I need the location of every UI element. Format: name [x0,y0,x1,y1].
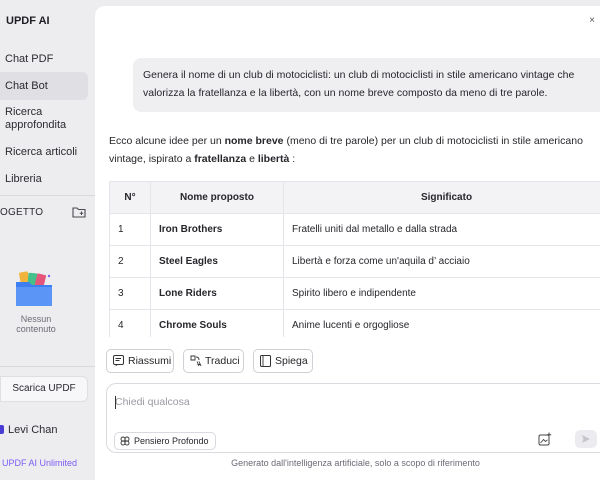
table-cell: 1 [110,213,151,246]
empty-state-text: Nessun contenuto [16,314,56,334]
folder-add-icon[interactable] [72,206,86,218]
table-cell: 4 [110,309,151,337]
table-header-row: N° Nome proposto Significato [110,182,600,214]
summarize-button[interactable]: Riassumi [106,349,174,373]
table-row: 3 Lone Riders Spirito libero e indipende… [110,277,600,310]
sidebar: UPDF AI Chat PDF Chat Bot Ricerca approf… [0,0,95,480]
user-profile[interactable]: Levi Chan [0,422,88,438]
sidebar-item-chat-bot[interactable]: Chat Bot [0,72,88,100]
translate-label: Traduci [205,355,240,367]
avatar [0,425,4,434]
summarize-label: Riassumi [128,355,172,367]
table-cell: 3 [110,277,151,310]
download-updf-button[interactable]: Scarica UPDF [0,376,88,402]
explain-button[interactable]: Spiega [253,349,313,373]
summarize-icon [113,355,124,367]
table-row: 4 Chrome Souls Anime lucenti e orgoglios… [110,309,600,337]
sidebar-divider-bottom [0,366,95,367]
table-cell: 2 [110,245,151,278]
plan-badge[interactable]: UPDF AI Unlimited [2,458,77,468]
translate-button[interactable]: Traduci [183,349,244,373]
table-cell: Steel Eagles [150,245,284,278]
chat-composer: Pensiero Profondo [106,383,600,453]
send-icon [582,435,590,443]
table-cell: Chrome Souls [150,309,284,337]
table-row: 1 Iron Brothers Fratelli uniti dal metal… [110,213,600,246]
project-label: OGETTO [0,207,44,218]
send-button[interactable] [575,430,597,448]
empty-folder-illustration [16,271,52,306]
user-message-bubble: Genera il nome di un club di motociclist… [133,58,600,112]
table-row: 2 Steel Eagles Libertà e forza come un'a… [110,245,600,278]
sidebar-item-chat-pdf[interactable]: Chat PDF [0,53,88,67]
table-cell: Fratelli uniti dal metallo e dalla strad… [283,213,600,246]
sidebar-item-deep-research[interactable]: Ricerca approfondita [0,106,88,134]
deep-thinking-icon [120,436,130,446]
column-header-meaning: Significato [283,182,600,214]
chat-panel: × Genera il nome di un club di motocicli… [95,6,600,480]
translate-icon [190,355,202,367]
answer-table: N° Nome proposto Significato 1 Iron Brot… [109,181,600,337]
sidebar-item-library[interactable]: Libreria [0,173,88,187]
project-section[interactable]: OGETTO [0,205,88,221]
table-cell: Spirito libero e indipendente [283,277,600,310]
app-brand: UPDF AI [6,15,50,27]
chat-input[interactable] [115,394,415,410]
table-cell: Anime lucenti e orgogliose [283,309,600,337]
ai-disclaimer: Generato dall'intelligenza artificiale, … [231,458,480,468]
assistant-answer-intro: Ecco alcune idee per un nome breve (meno… [109,135,583,165]
table-cell: Iron Brothers [150,213,284,246]
column-header-number: N° [110,182,151,214]
explain-label: Spiega [275,355,308,367]
book-icon [260,355,271,367]
table-cell: Lone Riders [150,277,284,310]
close-icon[interactable]: × [589,15,595,26]
image-upload-icon[interactable] [538,432,552,446]
column-header-name: Nome proposto [150,182,284,214]
sidebar-item-label: Chat Bot [5,80,48,92]
user-name: Levi Chan [8,424,58,436]
deep-thinking-label: Pensiero Profondo [134,436,209,446]
table-cell: Libertà e forza come un'aquila d’ acciai… [283,245,600,278]
sidebar-divider [0,195,95,196]
deep-thinking-toggle[interactable]: Pensiero Profondo [114,432,216,450]
sidebar-item-article-search[interactable]: Ricerca articoli [0,146,88,160]
text-caret [115,396,116,409]
